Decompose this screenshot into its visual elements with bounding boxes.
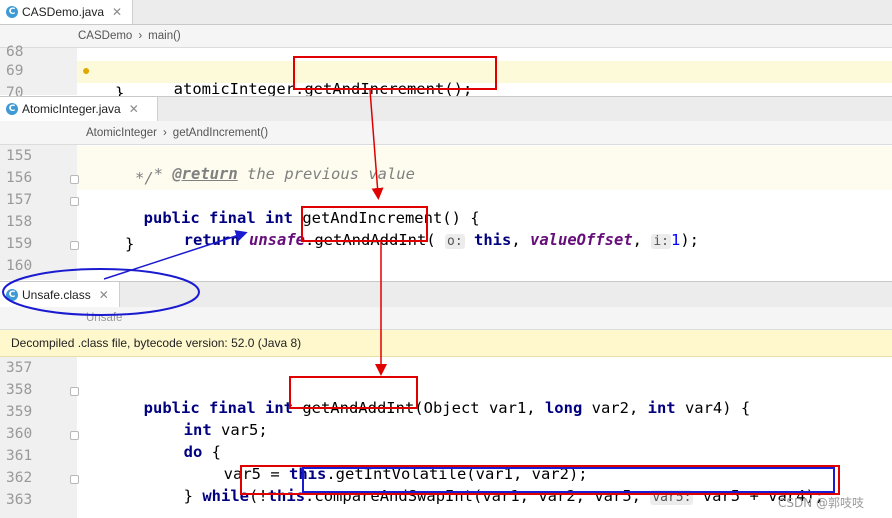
arrow-blue xyxy=(103,230,248,280)
annotation-arrows xyxy=(2,89,387,376)
watermark: CSDN @郭吱吱 xyxy=(778,496,865,510)
annotation-ellipse-unsafe-tab xyxy=(2,268,200,316)
arrow-red-1 xyxy=(369,89,384,200)
